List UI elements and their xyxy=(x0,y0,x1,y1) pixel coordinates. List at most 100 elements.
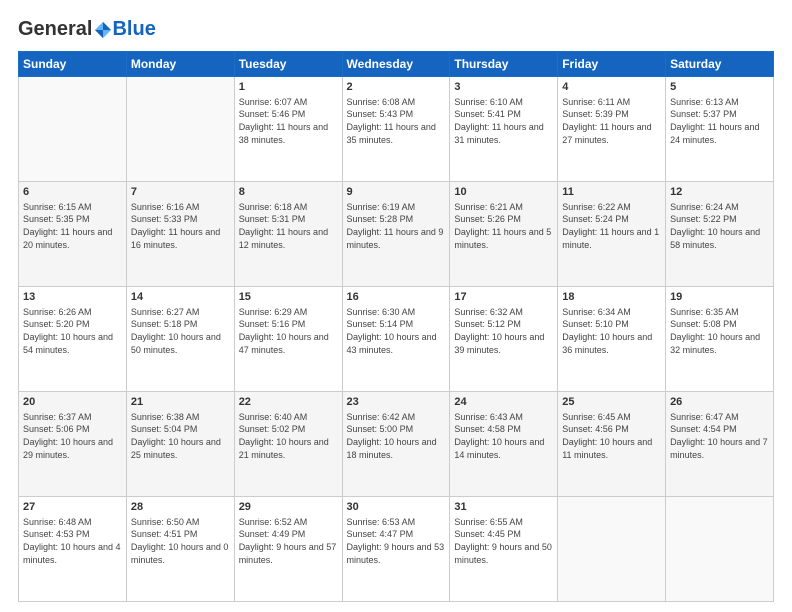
day-number: 16 xyxy=(347,290,446,305)
day-number: 25 xyxy=(562,395,661,410)
day-info: Sunrise: 6:55 AMSunset: 4:45 PMDaylight:… xyxy=(454,516,553,566)
calendar-cell xyxy=(558,497,666,602)
day-info: Sunrise: 6:32 AMSunset: 5:12 PMDaylight:… xyxy=(454,306,553,356)
day-number: 23 xyxy=(347,395,446,410)
day-info: Sunrise: 6:16 AMSunset: 5:33 PMDaylight:… xyxy=(131,201,230,251)
calendar-cell: 23Sunrise: 6:42 AMSunset: 5:00 PMDayligh… xyxy=(342,392,450,497)
day-info: Sunrise: 6:18 AMSunset: 5:31 PMDaylight:… xyxy=(239,201,338,251)
day-info: Sunrise: 6:24 AMSunset: 5:22 PMDaylight:… xyxy=(670,201,769,251)
page: GeneralBlue SundayMondayTuesdayWednesday… xyxy=(0,0,792,612)
calendar-cell xyxy=(666,497,774,602)
day-info: Sunrise: 6:27 AMSunset: 5:18 PMDaylight:… xyxy=(131,306,230,356)
day-info: Sunrise: 6:07 AMSunset: 5:46 PMDaylight:… xyxy=(239,96,338,146)
calendar-week-row: 13Sunrise: 6:26 AMSunset: 5:20 PMDayligh… xyxy=(19,287,774,392)
calendar-cell: 31Sunrise: 6:55 AMSunset: 4:45 PMDayligh… xyxy=(450,497,558,602)
calendar-table: SundayMondayTuesdayWednesdayThursdayFrid… xyxy=(18,51,774,602)
day-info: Sunrise: 6:21 AMSunset: 5:26 PMDaylight:… xyxy=(454,201,553,251)
calendar-cell: 7Sunrise: 6:16 AMSunset: 5:33 PMDaylight… xyxy=(126,182,234,287)
day-info: Sunrise: 6:15 AMSunset: 5:35 PMDaylight:… xyxy=(23,201,122,251)
calendar-cell: 11Sunrise: 6:22 AMSunset: 5:24 PMDayligh… xyxy=(558,182,666,287)
calendar-cell: 6Sunrise: 6:15 AMSunset: 5:35 PMDaylight… xyxy=(19,182,127,287)
day-number: 12 xyxy=(670,185,769,200)
day-number: 11 xyxy=(562,185,661,200)
calendar-cell: 26Sunrise: 6:47 AMSunset: 4:54 PMDayligh… xyxy=(666,392,774,497)
day-number: 17 xyxy=(454,290,553,305)
calendar-cell: 1Sunrise: 6:07 AMSunset: 5:46 PMDaylight… xyxy=(234,77,342,182)
day-info: Sunrise: 6:19 AMSunset: 5:28 PMDaylight:… xyxy=(347,201,446,251)
day-number: 1 xyxy=(239,80,338,95)
day-number: 7 xyxy=(131,185,230,200)
day-number: 28 xyxy=(131,500,230,515)
day-number: 13 xyxy=(23,290,122,305)
header: GeneralBlue xyxy=(18,18,774,41)
calendar-header-thursday: Thursday xyxy=(450,52,558,77)
day-info: Sunrise: 6:52 AMSunset: 4:49 PMDaylight:… xyxy=(239,516,338,566)
calendar-week-row: 20Sunrise: 6:37 AMSunset: 5:06 PMDayligh… xyxy=(19,392,774,497)
day-number: 31 xyxy=(454,500,553,515)
calendar-cell: 4Sunrise: 6:11 AMSunset: 5:39 PMDaylight… xyxy=(558,77,666,182)
day-number: 29 xyxy=(239,500,338,515)
day-info: Sunrise: 6:10 AMSunset: 5:41 PMDaylight:… xyxy=(454,96,553,146)
day-number: 5 xyxy=(670,80,769,95)
day-info: Sunrise: 6:13 AMSunset: 5:37 PMDaylight:… xyxy=(670,96,769,146)
calendar-cell: 21Sunrise: 6:38 AMSunset: 5:04 PMDayligh… xyxy=(126,392,234,497)
day-number: 15 xyxy=(239,290,338,305)
calendar-cell: 14Sunrise: 6:27 AMSunset: 5:18 PMDayligh… xyxy=(126,287,234,392)
day-info: Sunrise: 6:40 AMSunset: 5:02 PMDaylight:… xyxy=(239,411,338,461)
day-number: 2 xyxy=(347,80,446,95)
calendar-cell: 10Sunrise: 6:21 AMSunset: 5:26 PMDayligh… xyxy=(450,182,558,287)
day-info: Sunrise: 6:48 AMSunset: 4:53 PMDaylight:… xyxy=(23,516,122,566)
day-info: Sunrise: 6:30 AMSunset: 5:14 PMDaylight:… xyxy=(347,306,446,356)
day-info: Sunrise: 6:26 AMSunset: 5:20 PMDaylight:… xyxy=(23,306,122,356)
calendar-cell: 24Sunrise: 6:43 AMSunset: 4:58 PMDayligh… xyxy=(450,392,558,497)
day-info: Sunrise: 6:37 AMSunset: 5:06 PMDaylight:… xyxy=(23,411,122,461)
calendar-header-friday: Friday xyxy=(558,52,666,77)
calendar-cell: 25Sunrise: 6:45 AMSunset: 4:56 PMDayligh… xyxy=(558,392,666,497)
calendar-week-row: 6Sunrise: 6:15 AMSunset: 5:35 PMDaylight… xyxy=(19,182,774,287)
day-number: 21 xyxy=(131,395,230,410)
day-number: 4 xyxy=(562,80,661,95)
calendar-cell: 2Sunrise: 6:08 AMSunset: 5:43 PMDaylight… xyxy=(342,77,450,182)
calendar-week-row: 27Sunrise: 6:48 AMSunset: 4:53 PMDayligh… xyxy=(19,497,774,602)
logo: GeneralBlue xyxy=(18,18,156,41)
day-info: Sunrise: 6:43 AMSunset: 4:58 PMDaylight:… xyxy=(454,411,553,461)
calendar-header-saturday: Saturday xyxy=(666,52,774,77)
day-number: 26 xyxy=(670,395,769,410)
day-number: 30 xyxy=(347,500,446,515)
calendar-header-sunday: Sunday xyxy=(19,52,127,77)
calendar-cell: 18Sunrise: 6:34 AMSunset: 5:10 PMDayligh… xyxy=(558,287,666,392)
calendar-cell: 19Sunrise: 6:35 AMSunset: 5:08 PMDayligh… xyxy=(666,287,774,392)
day-number: 24 xyxy=(454,395,553,410)
day-number: 14 xyxy=(131,290,230,305)
day-info: Sunrise: 6:11 AMSunset: 5:39 PMDaylight:… xyxy=(562,96,661,146)
calendar-cell: 12Sunrise: 6:24 AMSunset: 5:22 PMDayligh… xyxy=(666,182,774,287)
calendar-header-row: SundayMondayTuesdayWednesdayThursdayFrid… xyxy=(19,52,774,77)
logo-blue: Blue xyxy=(112,18,155,40)
day-info: Sunrise: 6:08 AMSunset: 5:43 PMDaylight:… xyxy=(347,96,446,146)
day-info: Sunrise: 6:50 AMSunset: 4:51 PMDaylight:… xyxy=(131,516,230,566)
logo-flag-icon xyxy=(94,21,112,39)
day-number: 8 xyxy=(239,185,338,200)
day-info: Sunrise: 6:22 AMSunset: 5:24 PMDaylight:… xyxy=(562,201,661,251)
day-number: 22 xyxy=(239,395,338,410)
calendar-body: 1Sunrise: 6:07 AMSunset: 5:46 PMDaylight… xyxy=(19,77,774,602)
calendar-week-row: 1Sunrise: 6:07 AMSunset: 5:46 PMDaylight… xyxy=(19,77,774,182)
calendar-cell: 29Sunrise: 6:52 AMSunset: 4:49 PMDayligh… xyxy=(234,497,342,602)
calendar-cell: 30Sunrise: 6:53 AMSunset: 4:47 PMDayligh… xyxy=(342,497,450,602)
day-number: 3 xyxy=(454,80,553,95)
calendar-cell: 27Sunrise: 6:48 AMSunset: 4:53 PMDayligh… xyxy=(19,497,127,602)
day-number: 19 xyxy=(670,290,769,305)
day-info: Sunrise: 6:47 AMSunset: 4:54 PMDaylight:… xyxy=(670,411,769,461)
calendar-cell: 15Sunrise: 6:29 AMSunset: 5:16 PMDayligh… xyxy=(234,287,342,392)
calendar-cell: 22Sunrise: 6:40 AMSunset: 5:02 PMDayligh… xyxy=(234,392,342,497)
day-info: Sunrise: 6:34 AMSunset: 5:10 PMDaylight:… xyxy=(562,306,661,356)
calendar-cell: 3Sunrise: 6:10 AMSunset: 5:41 PMDaylight… xyxy=(450,77,558,182)
logo-text: GeneralBlue xyxy=(18,18,156,41)
day-number: 20 xyxy=(23,395,122,410)
calendar-cell: 8Sunrise: 6:18 AMSunset: 5:31 PMDaylight… xyxy=(234,182,342,287)
day-number: 10 xyxy=(454,185,553,200)
calendar-cell xyxy=(126,77,234,182)
day-number: 18 xyxy=(562,290,661,305)
calendar-cell: 17Sunrise: 6:32 AMSunset: 5:12 PMDayligh… xyxy=(450,287,558,392)
day-number: 9 xyxy=(347,185,446,200)
